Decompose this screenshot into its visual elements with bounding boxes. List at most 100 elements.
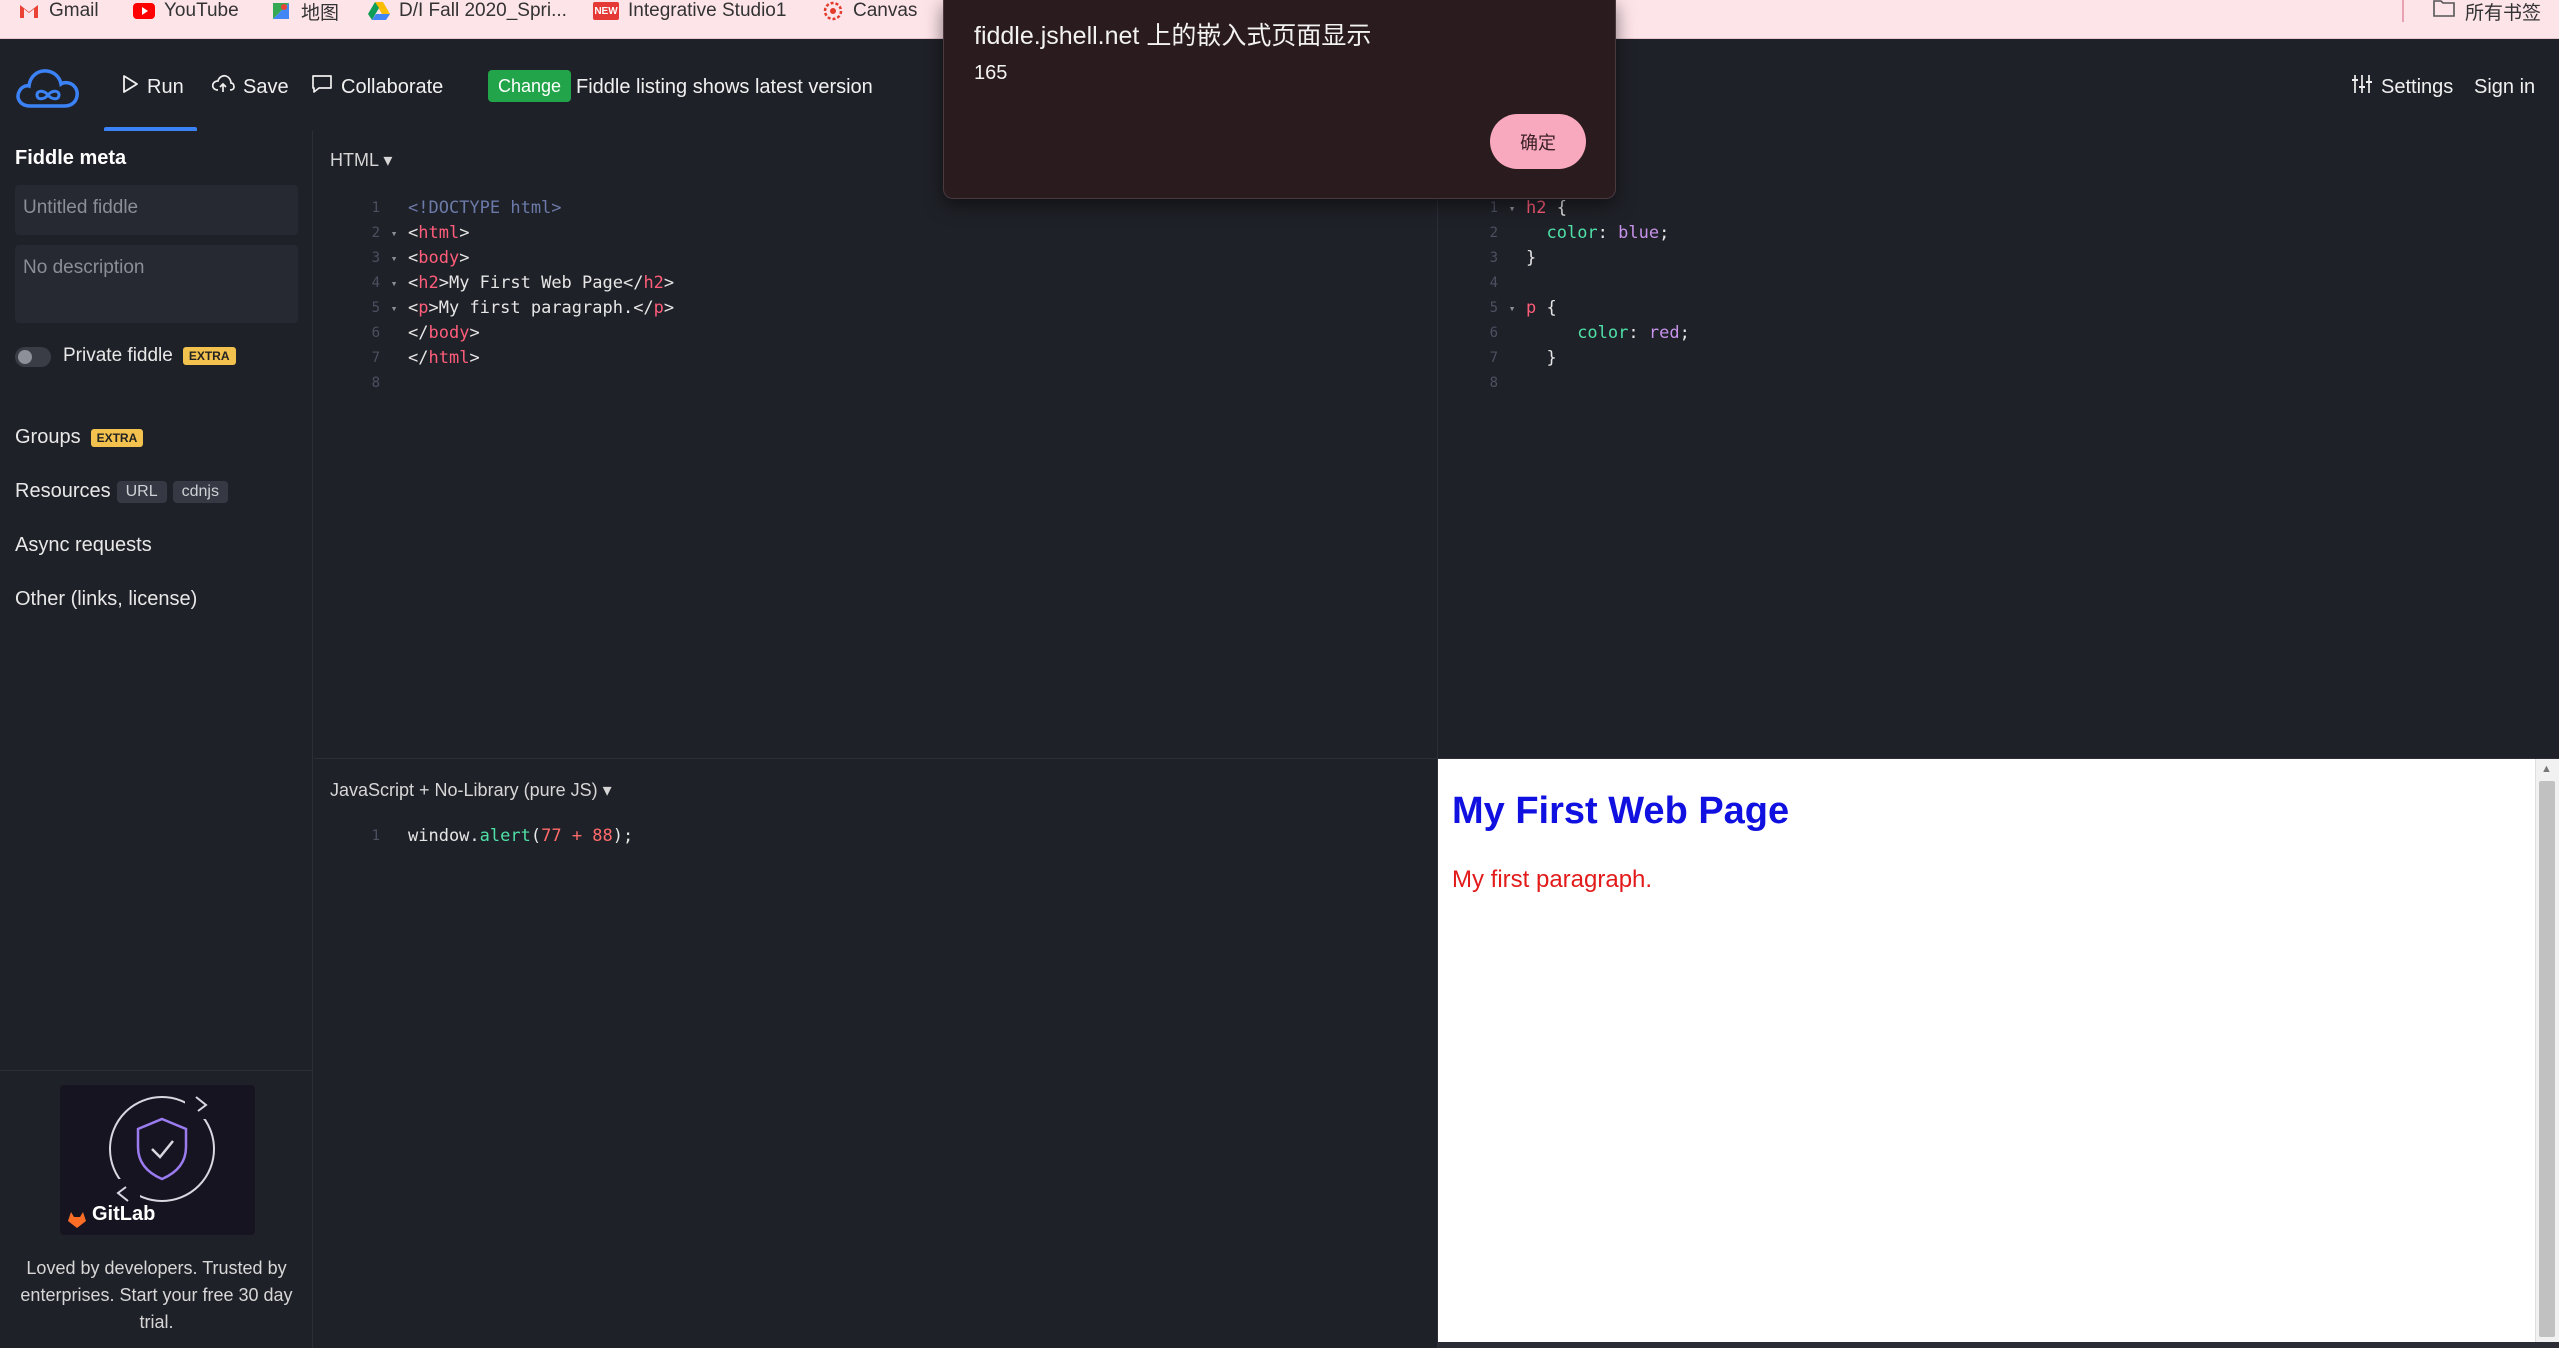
code-token: 77 [541,826,562,846]
fold-arrow-icon[interactable]: ▾ [1498,296,1526,321]
bookmark-youtube[interactable]: YouTube [133,0,239,22]
code-text: <h2>My First Web Page</h2> [408,271,674,296]
jsfiddle-logo[interactable] [14,62,84,117]
html-code-editor[interactable]: 1 <!DOCTYPE html> 2 ▾ <html> 3 ▾ <body> 4 ▾ <h2>My… [350,196,675,396]
run-button[interactable]: Run [121,72,184,102]
result-frame[interactable]: My First Web Page My first paragraph. [1438,759,2535,1342]
code-token: p [418,298,429,318]
scroll-up-arrow-icon[interactable]: ▲ [2541,763,2552,775]
code-text: <p>My first paragraph.</p> [408,296,674,321]
css-code-editor[interactable]: 1 ▾ h2 {2 color: blue; 3} 4 5 ▾ p {6 color: red… [1468,196,1690,396]
code-token: { [1536,298,1557,318]
bookmark-gmail[interactable]: Gmail [18,0,99,22]
code-token: > [663,298,675,318]
bookmark-drive[interactable]: D/I Fall 2020_Spri... [368,0,567,22]
code-token: { [1546,198,1567,218]
bookmark-integrative-studio[interactable]: NEW Integrative Studio1 [593,0,786,22]
change-button[interactable]: Change [488,70,572,102]
groups-label: Groups [15,426,81,448]
collaborate-button[interactable]: Collaborate [311,72,443,102]
bookmark-label: Integrative Studio1 [628,0,787,21]
line-number: 3 [1489,250,1498,266]
code-text: h2 { [1526,196,1567,221]
line-number: 5 [1489,300,1498,316]
fold-arrow-icon[interactable]: ▾ [380,296,408,321]
code-line[interactable]: 5 ▾ <p>My first paragraph.</p> [350,296,675,321]
shield-check-icon [68,1089,217,1228]
code-text: </html> [408,346,480,371]
code-token: ; [1679,323,1690,343]
run-label: Run [147,75,184,98]
line-number: 3 [371,250,380,266]
code-line[interactable]: 2 color: blue; [1468,221,1690,246]
dialog-title: fiddle.jshell.net 上的嵌入式页面显示 [974,22,1372,50]
code-token: > [459,223,470,243]
caret-down-icon: ▾ [383,150,393,170]
save-button[interactable]: Save [211,72,289,102]
all-bookmarks[interactable]: 所有书签 [2433,0,2541,24]
html-language-select[interactable]: HTML ▾ [330,150,392,171]
code-line[interactable]: 8 [350,371,674,396]
code-line[interactable]: 3} [1468,246,1690,271]
bookmarks-divider [2402,0,2404,22]
extra-badge: EXTRA [90,428,144,447]
line-number: 1 [371,828,380,844]
line-number: 4 [1489,275,1498,291]
private-fiddle-toggle[interactable] [15,347,51,367]
fold-arrow-icon[interactable]: ▾ [380,271,408,296]
fold-arrow-icon[interactable]: ▾ [1498,196,1526,221]
code-line[interactable]: 8 [1468,371,1690,396]
code-token: body [428,323,470,343]
bookmark-maps[interactable]: 地图 [270,0,339,24]
fold-arrow-icon[interactable]: ▾ [380,246,408,271]
async-requests-section[interactable]: Async requests [15,534,152,557]
drive-icon [368,1,390,21]
resources-section[interactable]: Resources URL cdnjs [15,480,228,503]
settings-button[interactable]: Settings [2351,72,2453,102]
code-token: color [1546,223,1598,243]
code-text: <!DOCTYPE html> [408,196,562,221]
scroll-thumb[interactable] [2539,781,2555,1337]
gmail-icon [18,1,40,21]
groups-section[interactable]: Groups EXTRA [15,426,144,449]
save-label: Save [243,75,289,98]
url-chip[interactable]: URL [116,480,167,503]
private-fiddle-label: Private fiddle [63,345,173,366]
sign-in-link[interactable]: Sign in [2474,72,2535,102]
alert-dialog: fiddle.jshell.net 上的嵌入式页面显示 165 确定 [943,0,1616,199]
code-line[interactable]: 4 ▾ <h2>My First Web Page</h2> [350,271,675,296]
code-token: > [469,323,480,343]
code-text: <body> [408,246,469,271]
code-line[interactable]: 6 color: red; [1468,321,1690,346]
result-scrollbar[interactable]: ▲ [2535,759,2559,1342]
code-line[interactable]: 5 ▾ p { [1468,296,1690,321]
cdnjs-chip[interactable]: cdnjs [172,480,228,503]
code-line[interactable]: 7 </html> [350,346,674,371]
gitlab-ad[interactable]: GitLab [60,1085,255,1235]
dialog-ok-button[interactable]: 确定 [1490,114,1586,169]
fiddle-description-input[interactable]: No description [15,245,298,323]
bookmark-canvas[interactable]: Canvas [822,0,917,22]
js-language-select[interactable]: JavaScript + No-Library (pure JS) ▾ [330,780,612,801]
code-line[interactable]: 2 ▾ <html> [350,221,674,246]
code-line[interactable]: 7 } [1468,346,1690,371]
fiddle-title-input[interactable]: Untitled fiddle [15,185,298,235]
code-line[interactable]: 1 window.alert(77 + 88); [350,824,634,849]
code-line[interactable]: 1 <!DOCTYPE html> [350,196,674,221]
code-token: >My First Web Page</ [438,273,644,293]
code-line[interactable]: 1 ▾ h2 { [1468,196,1690,221]
code-token: html [428,348,470,368]
code-line[interactable]: 6 </body> [350,321,674,346]
other-section[interactable]: Other (links, license) [15,588,197,611]
code-token: red [1648,323,1680,343]
code-token: < [408,248,419,268]
code-text: window.alert(77 + 88); [408,824,633,849]
fold-arrow-icon[interactable]: ▾ [380,221,408,246]
code-line[interactable]: 3 ▾ <body> [350,246,674,271]
code-line[interactable]: 4 [1468,271,1690,296]
code-token: alert [479,826,531,846]
code-token: p [653,298,664,318]
html-label: HTML [330,150,379,170]
chat-icon [311,74,333,100]
js-code-editor[interactable]: 1 window.alert(77 + 88); [350,824,634,849]
